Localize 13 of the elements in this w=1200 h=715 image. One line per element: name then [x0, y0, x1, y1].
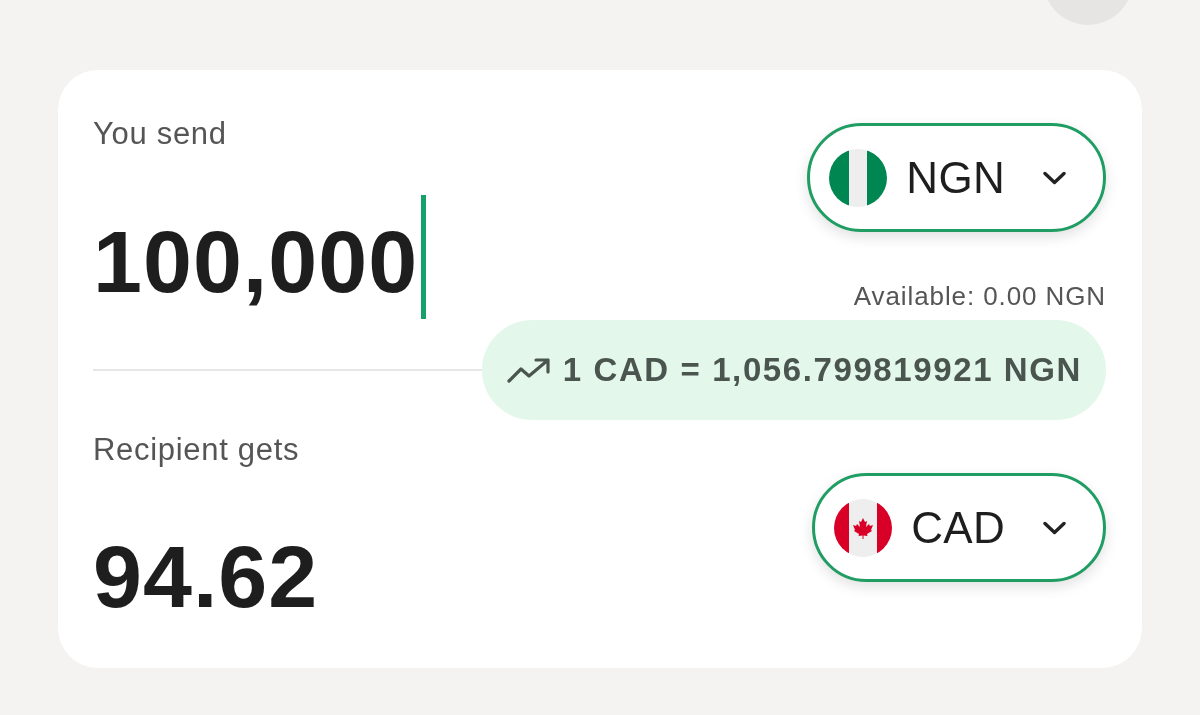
amount-field[interactable]: 94.62 — [93, 533, 319, 621]
maple-leaf-flag-icon — [834, 498, 893, 557]
striped-flag-icon — [829, 148, 888, 207]
currency-select[interactable]: CAD — [812, 473, 1106, 582]
available-balance: Available: 0.00 NGN — [853, 282, 1106, 310]
exchange-rate-text: 1 CAD = 1,056.799819921 NGN — [562, 351, 1082, 389]
chevron-down-icon — [1043, 170, 1066, 185]
currency-select[interactable]: NGN — [807, 123, 1106, 232]
amount-field[interactable]: 100,000 — [93, 195, 427, 319]
chevron-down-icon — [1043, 520, 1066, 535]
field-label: You send — [93, 116, 227, 152]
trend-up-icon — [506, 357, 551, 383]
field-label: Recipient gets — [93, 432, 300, 468]
